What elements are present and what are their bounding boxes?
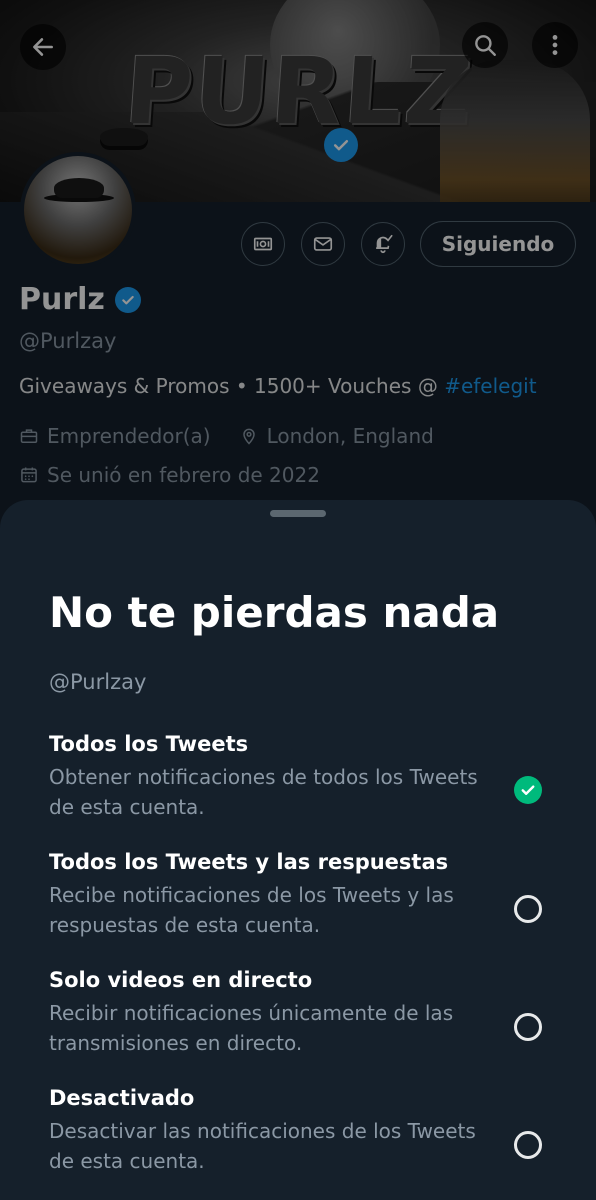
option-live-video-only[interactable]: Solo videos en directo Recibir notificac… [49,968,569,1058]
option-title: Desactivado [49,1086,195,1110]
option-description: Recibir notificaciones únicamente de las… [49,1001,454,1055]
option-radio-selected[interactable] [514,776,542,804]
option-off[interactable]: Desactivado Desactivar las notificacione… [49,1086,569,1176]
sheet-title: No te pierdas nada [49,588,500,637]
option-all-tweets[interactable]: Todos los Tweets Obtener notificaciones … [49,732,569,822]
option-description: Recibe notificaciones de los Tweets y la… [49,883,454,937]
sheet-drag-handle[interactable] [270,510,326,517]
option-tweets-and-replies[interactable]: Todos los Tweets y las respuestas Recibe… [49,850,569,940]
sheet-account-handle: @Purlzay [49,670,147,694]
option-description: Obtener notificaciones de todos los Twee… [49,765,478,819]
option-radio[interactable] [514,1131,542,1159]
notification-settings-sheet: No te pierdas nada @Purlzay Todos los Tw… [0,500,596,1200]
option-radio[interactable] [514,895,542,923]
checkmark-icon [521,785,535,795]
option-description: Desactivar las notificaciones de los Twe… [49,1119,476,1173]
option-title: Solo videos en directo [49,968,313,992]
option-title: Todos los Tweets [49,732,249,756]
option-title: Todos los Tweets y las respuestas [49,850,449,874]
option-radio[interactable] [514,1013,542,1041]
